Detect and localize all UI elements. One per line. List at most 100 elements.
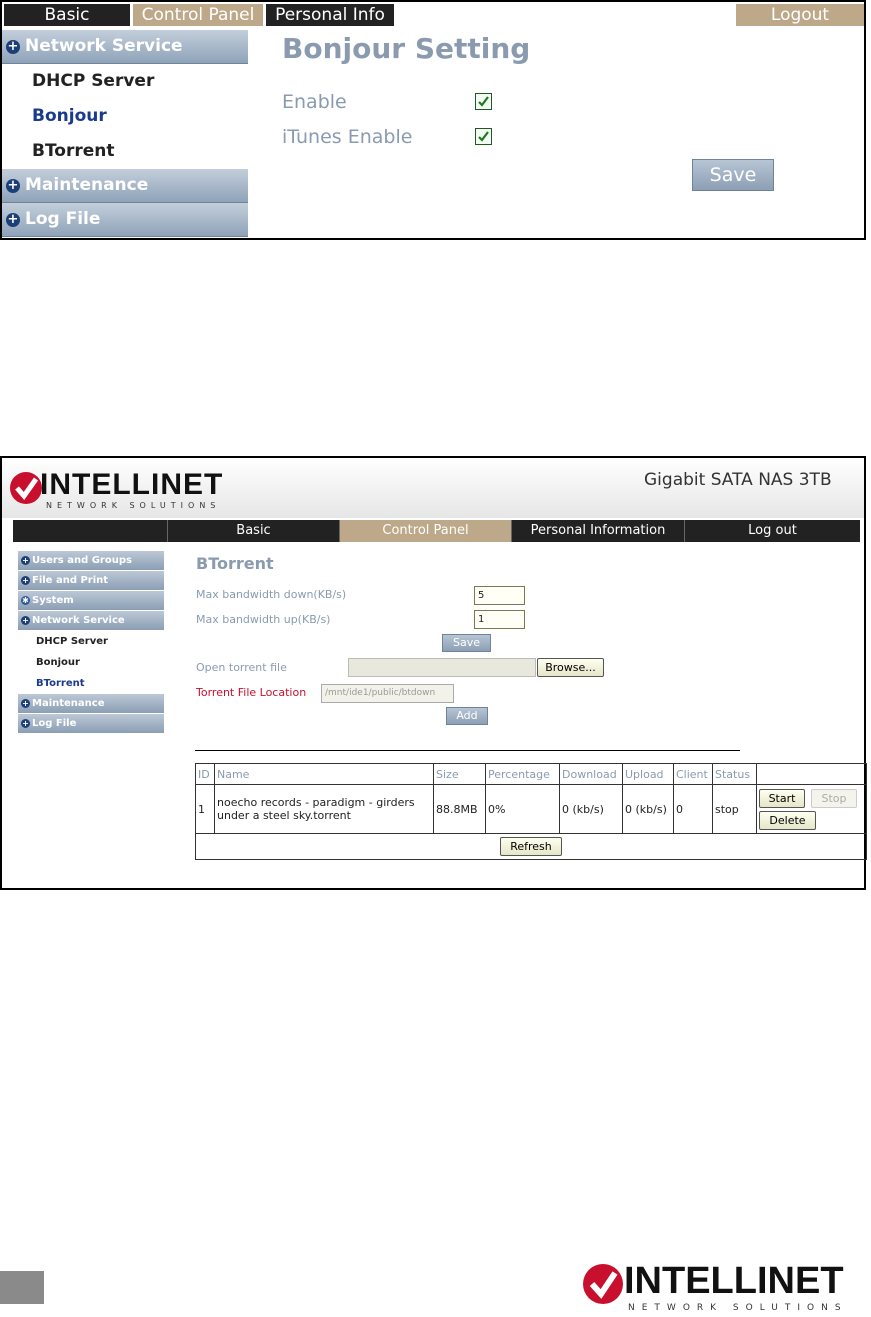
sidebar-item-btorrent[interactable]: BTorrent xyxy=(18,673,164,694)
col-header: Client xyxy=(673,763,713,785)
sidebar-cat-maintenance[interactable]: + Maintenance xyxy=(2,169,248,203)
page-title: Bonjour Setting xyxy=(282,32,531,65)
sidebar-cat-label: Log File xyxy=(32,718,77,729)
footer-brand: INTELLINET xyxy=(624,1260,844,1302)
btorrent-screenshot: INTELLINET NETWORK SOLUTIONS Gigabit SAT… xyxy=(0,456,867,890)
cell-status: stop xyxy=(712,784,757,834)
sidebar-cat-system[interactable]: ✱ System xyxy=(18,591,164,611)
col-header: Download xyxy=(559,763,623,785)
enable-label: Enable xyxy=(282,91,347,113)
page-title: BTorrent xyxy=(196,554,274,573)
save-button[interactable]: Save xyxy=(442,634,491,652)
sidebar-cat-users-and-groups[interactable]: + Users and Groups xyxy=(18,551,164,571)
cell-percentage: 0% xyxy=(485,784,560,834)
sidebar-cat-network-service[interactable]: + Network Service xyxy=(18,611,164,631)
browse-button[interactable]: Browse... xyxy=(537,658,604,677)
footer-brand-subtitle: NETWORK SOLUTIONS xyxy=(628,1303,848,1313)
col-header: Size xyxy=(433,763,486,785)
logout-button[interactable]: Logout xyxy=(736,4,864,26)
plus-icon: + xyxy=(21,616,30,625)
logo-check-icon xyxy=(10,472,42,504)
max-up-label: Max bandwidth up(KB/s) xyxy=(196,613,331,626)
start-button[interactable]: Start xyxy=(759,789,805,808)
tab-control-panel[interactable]: Control Panel xyxy=(133,4,263,26)
tab-personal-info[interactable]: Personal Info xyxy=(266,4,394,26)
sidebar-cat-label: Log File xyxy=(25,209,101,229)
add-button[interactable]: Add xyxy=(446,707,488,725)
max-down-label: Max bandwidth down(KB/s) xyxy=(196,588,347,601)
plus-icon: + xyxy=(21,719,30,728)
torrent-location-label: Torrent File Location xyxy=(196,686,307,699)
footer-logo xyxy=(581,1262,625,1310)
sidebar-item-bonjour[interactable]: Bonjour xyxy=(18,652,164,673)
bonjour-screenshot: Basic Control Panel Personal Info Logout… xyxy=(0,0,866,240)
sidebar-cat-label: Network Service xyxy=(32,615,125,626)
sidebar-cat-file-and-print[interactable]: + File and Print xyxy=(18,571,164,591)
checkmark-icon xyxy=(478,131,489,142)
save-button[interactable]: Save xyxy=(692,159,774,191)
nav-personal-information[interactable]: Personal Information xyxy=(511,520,684,542)
cell-client: 0 xyxy=(673,784,713,834)
col-header: Name xyxy=(214,763,434,785)
brand-name: INTELLINET xyxy=(40,468,224,501)
logo-check-icon xyxy=(583,1264,623,1304)
col-header xyxy=(756,763,867,785)
cell-download: 0 (kb/s) xyxy=(559,784,623,834)
sidebar-cat-label: System xyxy=(32,595,74,606)
brand-subtitle: NETWORK SOLUTIONS xyxy=(46,501,221,510)
plus-icon: + xyxy=(6,211,20,227)
open-torrent-file-input[interactable] xyxy=(348,658,536,677)
sidebar-item-btorrent[interactable]: BTorrent xyxy=(2,134,248,169)
tab-basic[interactable]: Basic xyxy=(4,4,130,26)
sidebar-cat-label: Maintenance xyxy=(32,698,105,709)
col-header: Upload xyxy=(622,763,674,785)
torrent-table: ID Name Size Percentage Download Upload … xyxy=(195,763,867,860)
intellinet-logo xyxy=(8,470,44,510)
itunes-enable-label: iTunes Enable xyxy=(282,126,413,148)
max-down-input[interactable]: 5 xyxy=(474,586,525,605)
col-header: ID xyxy=(195,763,215,785)
stop-button[interactable]: Stop xyxy=(811,789,857,808)
cell-upload: 0 (kb/s) xyxy=(622,784,674,834)
sidebar-cat-maintenance[interactable]: + Maintenance xyxy=(18,694,164,714)
sidebar-item-dhcp-server[interactable]: DHCP Server xyxy=(2,64,248,99)
plus-icon: + xyxy=(6,38,20,54)
table-footer-row: Refresh xyxy=(195,833,867,860)
refresh-button[interactable]: Refresh xyxy=(500,837,562,856)
torrent-location-input[interactable]: /mnt/ide1/public/btdown xyxy=(321,684,454,703)
checkmark-icon xyxy=(478,96,489,107)
table-row: 1 noecho records - paradigm - girders un… xyxy=(195,784,867,834)
refresh-cell: Refresh xyxy=(195,833,867,860)
gear-icon: ✱ xyxy=(21,596,30,605)
enable-checkbox[interactable] xyxy=(475,93,492,110)
table-header-row: ID Name Size Percentage Download Upload … xyxy=(195,763,867,785)
sidebar-cat-label: File and Print xyxy=(32,575,109,586)
nav-blank xyxy=(13,520,167,542)
sidebar-cat-network-service[interactable]: + Network Service xyxy=(2,30,248,64)
max-up-input[interactable]: 1 xyxy=(474,610,525,629)
itunes-enable-checkbox[interactable] xyxy=(475,128,492,145)
divider xyxy=(195,750,740,751)
page-number-box xyxy=(0,1271,44,1304)
open-torrent-label: Open torrent file xyxy=(196,661,287,674)
sidebar: + Network Service DHCP Server Bonjour BT… xyxy=(2,30,248,237)
sidebar-item-bonjour[interactable]: Bonjour xyxy=(2,99,248,134)
cell-id: 1 xyxy=(195,784,215,834)
sidebar: + Users and Groups + File and Print ✱ Syste… xyxy=(18,551,164,734)
cell-actions: Start Stop Delete xyxy=(756,784,867,834)
plus-icon: + xyxy=(21,699,30,708)
sidebar-cat-label: Network Service xyxy=(25,36,183,56)
col-header: Status xyxy=(712,763,757,785)
sidebar-cat-log-file[interactable]: + Log File xyxy=(18,714,164,734)
nav-basic[interactable]: Basic xyxy=(167,520,339,542)
sidebar-cat-label: Maintenance xyxy=(25,175,149,195)
sidebar-cat-log-file[interactable]: + Log File xyxy=(2,203,248,237)
nav-logout[interactable]: Log out xyxy=(684,520,860,542)
plus-icon: + xyxy=(6,177,20,193)
cell-name: noecho records - paradigm - girders unde… xyxy=(214,784,434,834)
cell-size: 88.8MB xyxy=(433,784,486,834)
product-name: Gigabit SATA NAS 3TB xyxy=(644,470,832,490)
delete-button[interactable]: Delete xyxy=(759,811,816,830)
sidebar-item-dhcp-server[interactable]: DHCP Server xyxy=(18,631,164,652)
nav-control-panel[interactable]: Control Panel xyxy=(339,520,511,542)
